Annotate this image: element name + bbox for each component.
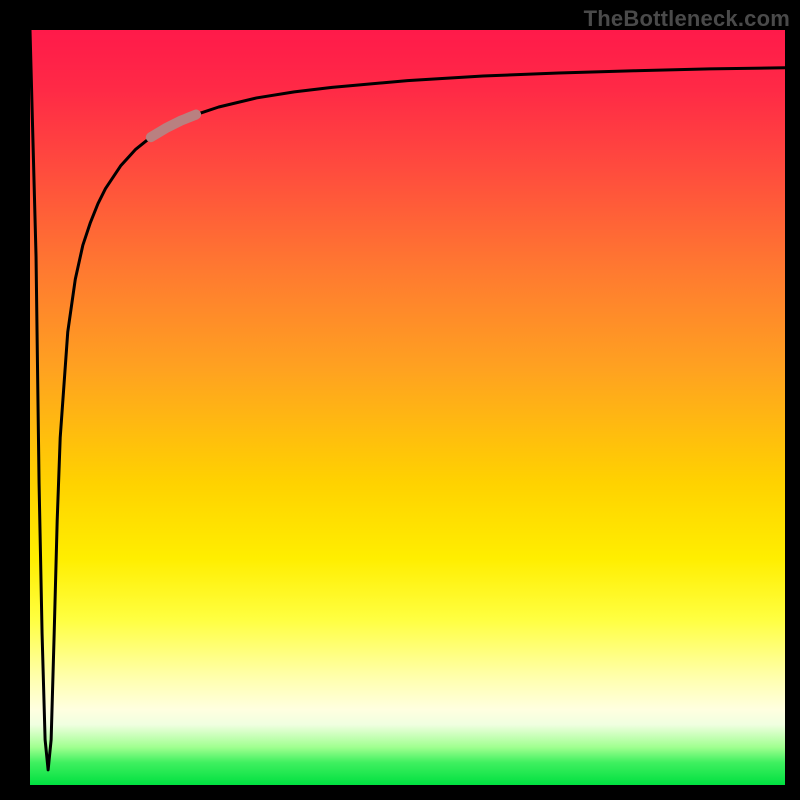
plot-area — [30, 30, 785, 785]
curve-svg — [30, 30, 785, 785]
watermark-text: TheBottleneck.com — [584, 6, 790, 32]
bottleneck-curve — [30, 30, 785, 770]
chart-frame: TheBottleneck.com — [0, 0, 800, 800]
highlight-segment — [151, 115, 196, 138]
